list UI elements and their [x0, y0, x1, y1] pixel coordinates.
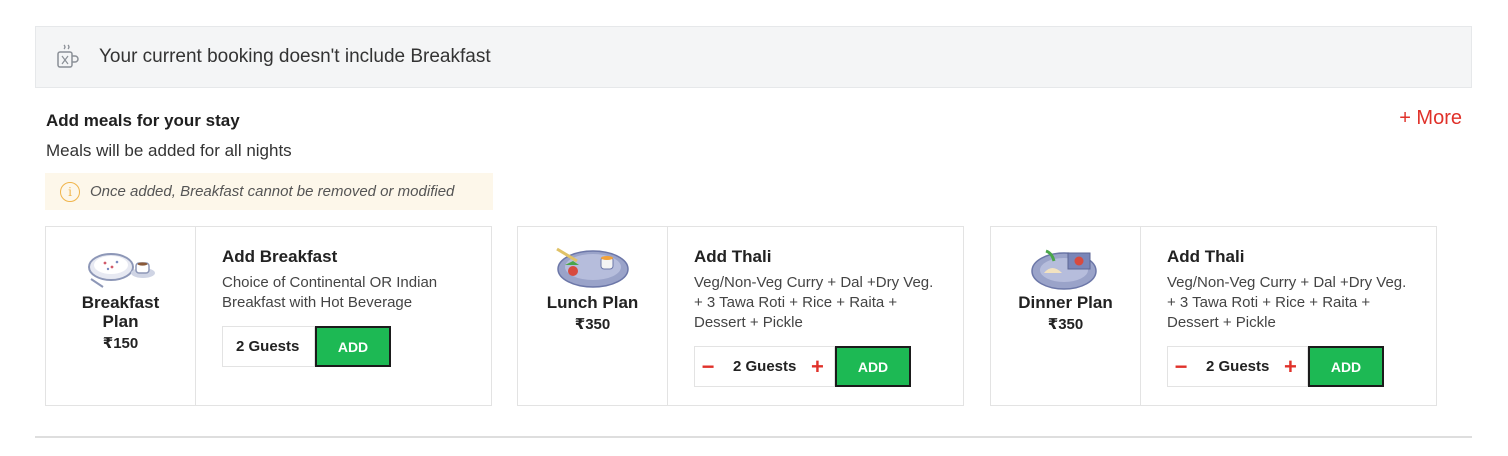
meal-title: Add Breakfast: [222, 247, 338, 266]
add-button[interactable]: ADD: [1308, 346, 1384, 387]
info-icon: i: [60, 181, 80, 202]
guest-stepper: − 2 Guests +: [1167, 346, 1308, 387]
guest-controls: 2 Guests ADD: [222, 326, 491, 367]
banner-text: Your current booking doesn't include Bre…: [99, 46, 491, 67]
decrement-guests-button[interactable]: −: [695, 354, 721, 380]
meal-card-lunch: Lunch Plan ₹350 Add Thali Veg/Non-Veg Cu…: [517, 226, 964, 406]
meal-card-summary: Dinner Plan ₹350: [991, 227, 1141, 405]
meal-title: Add Thali: [694, 247, 772, 266]
plan-name: Breakfast Plan: [81, 293, 160, 331]
meal-title: Add Thali: [1167, 247, 1245, 266]
guest-count: 2 Guests: [236, 338, 300, 355]
section-subtitle: Meals will be added for all nights: [46, 141, 292, 160]
meal-description: Veg/Non-Veg Curry + Dal +Dry Veg. + 3 Ta…: [1167, 274, 1407, 331]
meal-card-details: Add Thali Veg/Non-Veg Curry + Dal +Dry V…: [1141, 227, 1436, 405]
lunch-plate-icon: [555, 247, 629, 288]
add-button[interactable]: ADD: [315, 326, 391, 367]
breakfast-bowl-icon: [87, 253, 155, 288]
plan-price: ₹350: [574, 316, 611, 333]
decrement-guests-button[interactable]: −: [1168, 354, 1194, 380]
plan-price: ₹350: [1047, 316, 1084, 333]
meal-card-summary: Breakfast Plan ₹150: [46, 227, 196, 405]
section-divider: [35, 436, 1472, 438]
dinner-plate-icon: [1030, 249, 1097, 290]
add-button[interactable]: ADD: [835, 346, 911, 387]
coffee-cup-icon: [54, 42, 82, 72]
meal-card-details: Add Thali Veg/Non-Veg Curry + Dal +Dry V…: [668, 227, 963, 405]
guest-count: 2 Guests: [1206, 358, 1270, 375]
guest-controls: − 2 Guests + ADD: [1167, 346, 1436, 387]
increment-guests-button[interactable]: +: [1277, 354, 1303, 380]
plan-price: ₹150: [102, 335, 139, 352]
meal-description: Choice of Continental OR Indian Breakfas…: [222, 274, 438, 311]
increment-guests-button[interactable]: +: [804, 354, 830, 380]
meal-card-summary: Lunch Plan ₹350: [518, 227, 668, 405]
meal-description: Veg/Non-Veg Curry + Dal +Dry Veg. + 3 Ta…: [694, 274, 934, 331]
plan-name: Lunch Plan: [546, 293, 639, 312]
guest-controls: − 2 Guests + ADD: [694, 346, 963, 387]
guest-stepper[interactable]: 2 Guests: [222, 326, 315, 367]
notice-text: Once added, Breakfast cannot be removed …: [90, 183, 455, 200]
more-link[interactable]: + More: [1399, 107, 1462, 130]
meal-card-dinner: Dinner Plan ₹350 Add Thali Veg/Non-Veg C…: [990, 226, 1437, 406]
meal-card-breakfast: Breakfast Plan ₹150 Add Breakfast Choice…: [45, 226, 492, 406]
notice-box: i Once added, Breakfast cannot be remove…: [45, 173, 493, 210]
section-title: Add meals for your stay: [46, 111, 240, 130]
guest-stepper: − 2 Guests +: [694, 346, 835, 387]
guest-count: 2 Guests: [733, 358, 797, 375]
breakfast-banner: Your current booking doesn't include Bre…: [35, 26, 1472, 88]
meal-card-details: Add Breakfast Choice of Continental OR I…: [196, 227, 491, 405]
plan-name: Dinner Plan: [1018, 293, 1113, 312]
